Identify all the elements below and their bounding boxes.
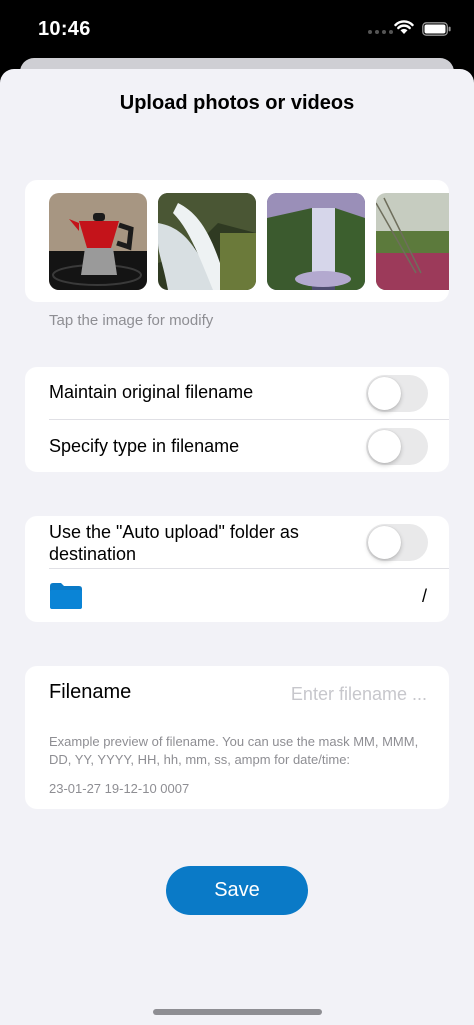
divider	[49, 568, 449, 569]
filename-label: Filename	[49, 681, 132, 703]
toggle-knob	[368, 430, 401, 463]
wifi-icon	[394, 20, 414, 34]
filename-card: Filename Example preview of filename. Yo…	[25, 666, 449, 809]
toggle-knob	[368, 526, 401, 559]
photo-thumbnail-grass[interactable]	[376, 193, 449, 290]
folder-icon[interactable]	[50, 583, 82, 609]
photo-carousel[interactable]	[25, 180, 449, 302]
type-in-filename-label: Specify type in filename	[49, 436, 240, 456]
auto-upload-toggle[interactable]	[366, 524, 428, 561]
photo-thumbnail-waterfall-2[interactable]	[267, 193, 365, 290]
filename-input[interactable]	[235, 681, 427, 707]
maintain-filename-label: Maintain original filename	[49, 382, 254, 402]
save-button[interactable]: Save	[166, 866, 308, 915]
home-indicator[interactable]	[153, 1009, 322, 1015]
status-bar: 10:46	[0, 0, 474, 58]
filename-help-text: Example preview of filename. You can use…	[49, 734, 419, 767]
type-in-filename-toggle[interactable]	[366, 428, 428, 465]
photos-hint: Tap the image for modify	[49, 312, 214, 329]
toggle-knob	[368, 377, 401, 410]
status-time: 10:46	[38, 18, 91, 40]
auto-upload-label: Use the "Auto upload" folder as destinat…	[49, 522, 299, 564]
photo-thumbnail-waterfall[interactable]	[158, 193, 256, 290]
battery-icon	[422, 22, 451, 36]
destination-card: Use the "Auto upload" folder as destinat…	[25, 516, 449, 622]
page-title: Upload photos or videos	[119, 92, 355, 114]
destination-path: /	[421, 586, 427, 606]
signal-icon	[368, 30, 393, 34]
divider	[49, 419, 449, 420]
filename-options-card: Maintain original filename Specify type …	[25, 367, 449, 472]
photo-thumbnail-moka-pot[interactable]	[49, 193, 147, 290]
maintain-filename-toggle[interactable]	[366, 375, 428, 412]
filename-preview: 23-01-27 19-12-10 0007	[49, 781, 190, 796]
